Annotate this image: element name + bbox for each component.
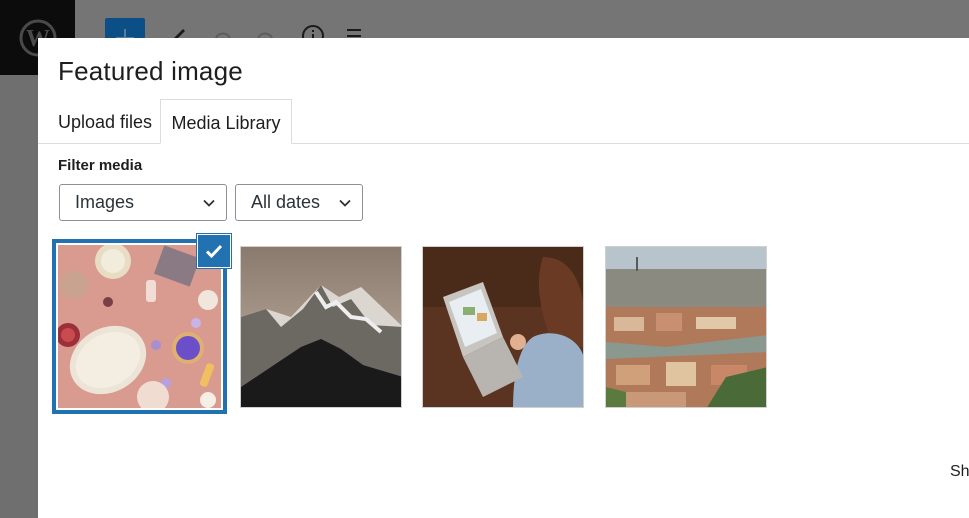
media-date-select[interactable]: All dates <box>235 184 363 221</box>
mountains-photo <box>241 247 401 407</box>
selected-checkmark-button[interactable] <box>198 235 230 267</box>
media-item-city[interactable] <box>605 246 767 408</box>
chevron-down-icon <box>203 199 215 207</box>
filter-media-label: Filter media <box>58 157 143 174</box>
media-type-value: Images <box>75 192 135 212</box>
laptop-photo <box>423 247 583 407</box>
media-item-laptop[interactable] <box>422 246 584 408</box>
tab-upload-files[interactable]: Upload files <box>58 99 152 143</box>
tab-media-library[interactable]: Media Library <box>160 99 292 144</box>
media-type-select[interactable]: Images <box>59 184 227 221</box>
media-item-mountains[interactable] <box>240 246 402 408</box>
cosmetics-photo <box>58 245 221 408</box>
media-date-value: All dates <box>251 192 321 212</box>
featured-image-modal: Featured image Upload files Media Librar… <box>38 38 969 518</box>
partial-text: Sh <box>950 463 969 480</box>
modal-title: Featured image <box>58 56 243 86</box>
checkmark-icon <box>205 244 223 259</box>
city-photo <box>606 247 766 407</box>
media-tabs: Upload files Media Library <box>38 99 969 144</box>
chevron-down-icon <box>339 199 351 207</box>
